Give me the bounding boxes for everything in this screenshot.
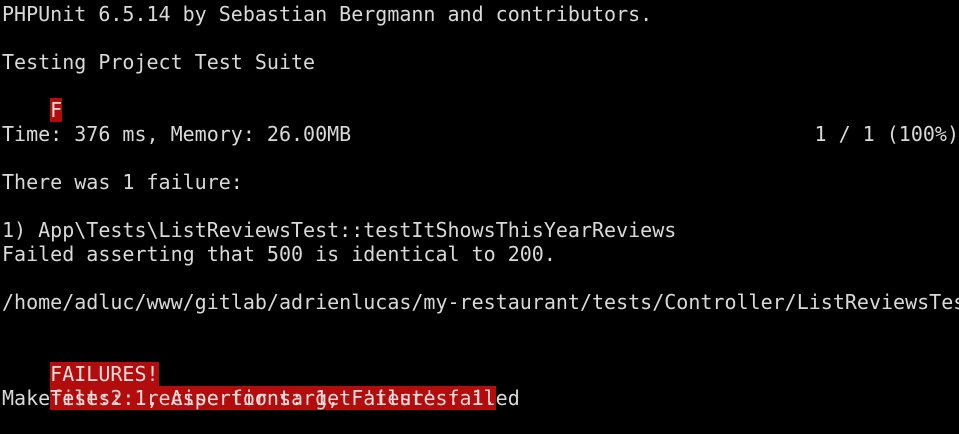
phpunit-header: PHPUnit 6.5.14 by Sebastian Bergmann and… <box>2 2 652 26</box>
terminal-window[interactable]: PHPUnit 6.5.14 by Sebastian Bergmann and… <box>0 0 959 412</box>
suite-name: Testing Project Test Suite <box>2 50 315 74</box>
failure-test-name: 1) App\Tests\ListReviewsTest::testItShow… <box>2 218 676 242</box>
summary-line: Tests: 1, Assertions: 1, Failures: 1. <box>2 362 496 386</box>
progress-line: F 1 / 1 (100%) <box>2 74 959 98</box>
make-error: Makefile:2: recipe for target 'test' fai… <box>2 386 520 410</box>
progress-count: 1 / 1 (100%) <box>815 122 959 146</box>
failure-file-path: /home/adluc/www/gitlab/adrienlucas/my-re… <box>2 290 959 314</box>
time-memory: Time: 376 ms, Memory: 26.00MB <box>2 122 351 146</box>
failure-intro: There was 1 failure: <box>2 170 243 194</box>
failures-banner-line: FAILURES! <box>2 338 159 362</box>
failure-message: Failed asserting that 500 is identical t… <box>2 242 556 266</box>
progress-failure-marker: F <box>50 98 62 122</box>
